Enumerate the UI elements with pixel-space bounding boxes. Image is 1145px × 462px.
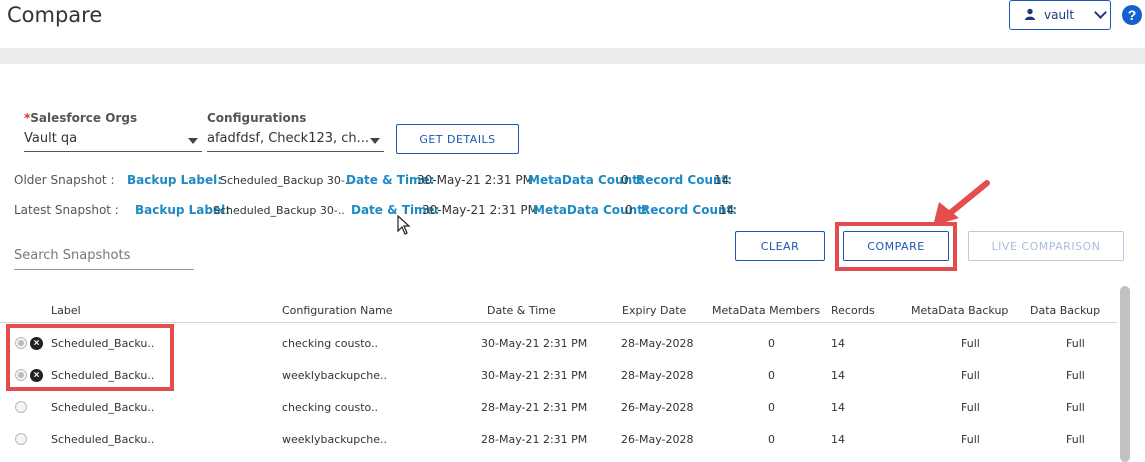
row-datetime: 30-May-21 2:31 PM: [481, 337, 588, 350]
row-md-backup: Full: [961, 369, 980, 382]
row-md-backup: Full: [961, 433, 980, 446]
col-header-label[interactable]: Label: [51, 304, 81, 317]
row-radio[interactable]: [15, 369, 27, 381]
latest-snapshot-title: Latest Snapshot :: [14, 203, 119, 217]
org-select-value: Vault qa: [24, 131, 78, 146]
col-header-metadata-members[interactable]: MetaData Members: [712, 304, 820, 317]
row-expiry: 26-May-2028: [621, 401, 694, 414]
row-radio[interactable]: [15, 433, 27, 445]
row-records: 14: [831, 369, 845, 382]
live-comparison-button[interactable]: LIVE COMPARISON: [968, 231, 1124, 261]
remove-selection-icon[interactable]: ×: [30, 369, 43, 382]
row-expiry: 28-May-2028: [621, 369, 694, 382]
row-label: Scheduled_Backu..: [51, 337, 155, 350]
annotation-arrow-icon: [933, 180, 990, 226]
row-radio[interactable]: [15, 401, 27, 413]
row-config: weeklybackupche..: [282, 369, 388, 382]
row-md-backup: Full: [961, 401, 980, 414]
row-data-backup: Full: [1066, 401, 1085, 414]
older-record-value: 14: [714, 173, 730, 187]
latest-record-value: 14: [719, 203, 735, 217]
org-label: *Salesforce Orgs: [24, 111, 138, 125]
config-select-value: afadfdsf, Check123, ch...: [207, 131, 370, 146]
older-datetime-value: 30-May-21 2:31 PM: [417, 173, 533, 187]
row-data-backup: Full: [1066, 337, 1085, 350]
remove-selection-icon[interactable]: ×: [30, 337, 43, 350]
caret-down-icon: [188, 138, 198, 144]
col-header-data-backup[interactable]: Data Backup: [1030, 304, 1100, 317]
latest-backup-value: Scheduled_Backup 30-..: [213, 204, 345, 217]
user-menu-button[interactable]: vault: [1009, 0, 1111, 30]
get-details-button[interactable]: GET DETAILS: [396, 124, 519, 154]
row-label: Scheduled_Backu..: [51, 433, 155, 446]
row-config: checking cousto..: [282, 401, 379, 414]
col-header-datetime[interactable]: Date & Time: [487, 304, 556, 317]
row-records: 14: [831, 337, 845, 350]
older-snapshot-title: Older Snapshot :: [14, 173, 115, 187]
org-select[interactable]: Vault qa: [24, 126, 202, 152]
col-header-configuration[interactable]: Configuration Name: [282, 304, 393, 317]
col-header-metadata-backup[interactable]: MetaData Backup: [911, 304, 1008, 317]
latest-datetime-value: 30-May-21 2:31 PM: [422, 203, 538, 217]
row-expiry: 28-May-2028: [621, 337, 694, 350]
header-divider-band: [0, 48, 1145, 64]
table-header-divider: [0, 322, 1117, 323]
row-members: 0: [768, 433, 775, 446]
config-select[interactable]: afadfdsf, Check123, ch...: [207, 126, 384, 152]
older-metadata-value: 0: [621, 173, 629, 187]
search-snapshots-input[interactable]: Search Snapshots: [14, 246, 194, 270]
caret-down-icon: [370, 138, 380, 144]
row-records: 14: [831, 401, 845, 414]
row-members: 0: [768, 337, 775, 350]
row-config: weeklybackupche..: [282, 433, 388, 446]
clear-button[interactable]: CLEAR: [735, 231, 825, 261]
row-members: 0: [768, 369, 775, 382]
user-icon: [1024, 8, 1036, 23]
older-snapshot-row: Older Snapshot : Backup Label: Scheduled…: [14, 173, 754, 189]
user-name: vault: [1044, 8, 1075, 22]
table-scrollbar[interactable]: [1120, 286, 1130, 462]
row-records: 14: [831, 433, 845, 446]
row-datetime: 28-May-21 2:31 PM: [481, 401, 588, 414]
row-datetime: 30-May-21 2:31 PM: [481, 369, 588, 382]
help-icon[interactable]: ?: [1122, 5, 1142, 25]
row-data-backup: Full: [1066, 433, 1085, 446]
col-header-records[interactable]: Records: [831, 304, 875, 317]
older-backup-value: Scheduled_Backup 30-..: [220, 174, 352, 187]
row-data-backup: Full: [1066, 369, 1085, 382]
row-label: Scheduled_Backu..: [51, 401, 155, 414]
config-label: Configurations: [207, 111, 307, 125]
page-title: Compare: [7, 3, 103, 27]
chevron-down-icon: [1094, 6, 1107, 19]
row-expiry: 26-May-2028: [621, 433, 694, 446]
mouse-cursor-icon: [397, 215, 411, 235]
row-radio[interactable]: [15, 337, 27, 349]
col-header-expiry[interactable]: Expiry Date: [622, 304, 686, 317]
row-md-backup: Full: [961, 337, 980, 350]
row-members: 0: [768, 401, 775, 414]
latest-snapshot-row: Latest Snapshot : Backup Label: Schedule…: [14, 203, 754, 219]
latest-metadata-value: 0: [625, 203, 633, 217]
row-config: checking cousto..: [282, 337, 379, 350]
row-label: Scheduled_Backu..: [51, 369, 155, 382]
older-backup-label: Backup Label:: [127, 173, 223, 187]
row-datetime: 28-May-21 2:31 PM: [481, 433, 588, 446]
